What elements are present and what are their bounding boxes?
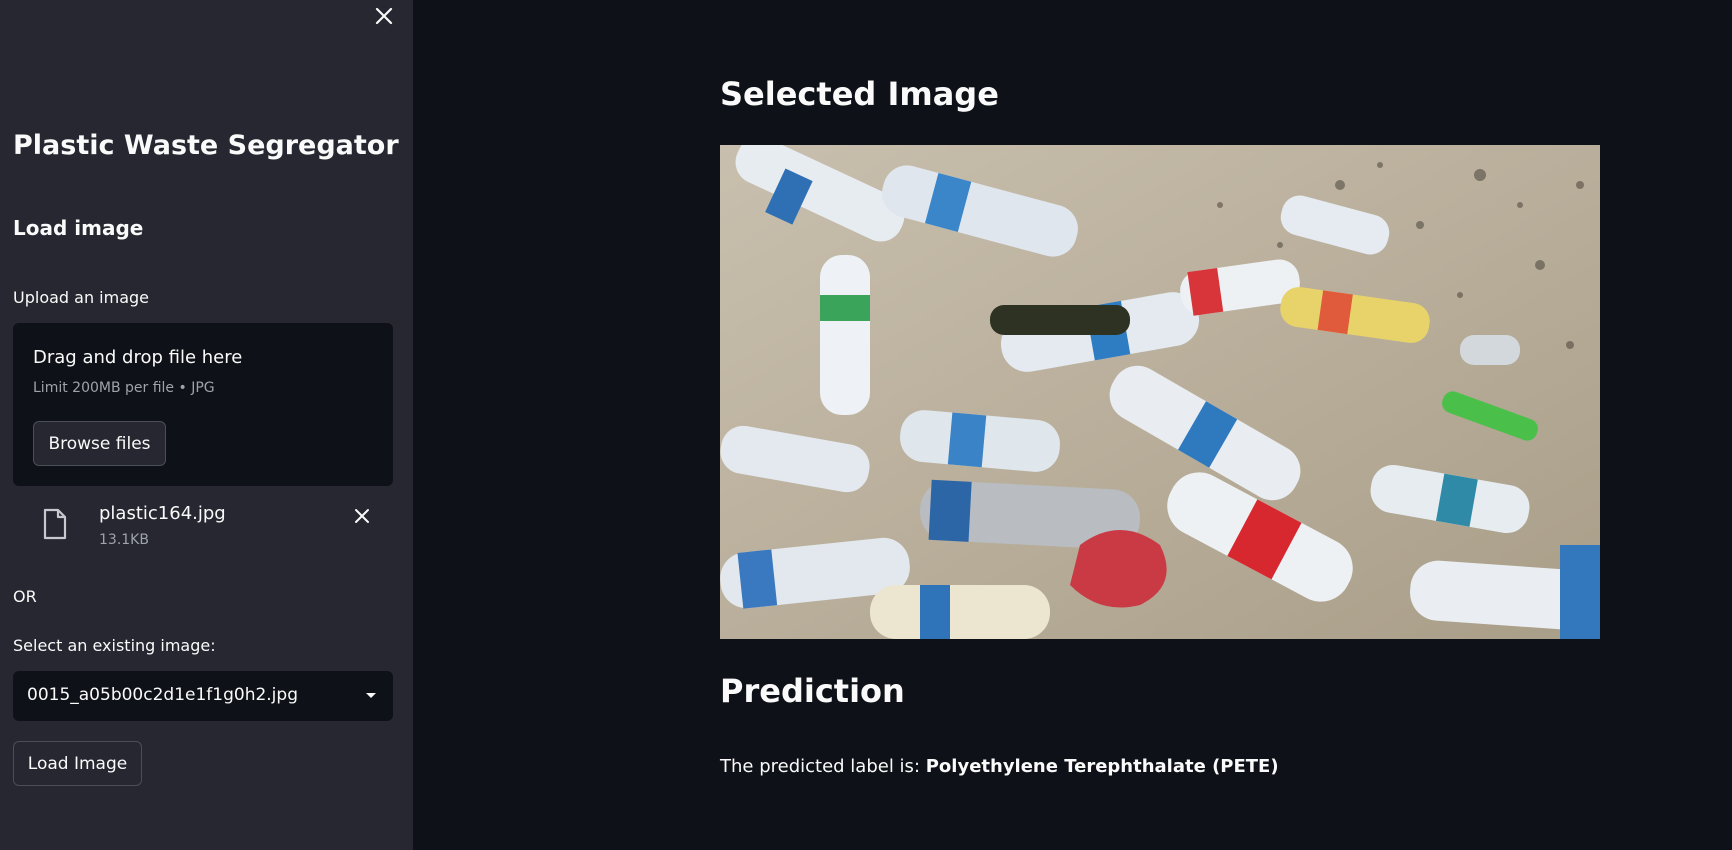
remove-file-button[interactable] <box>349 503 375 529</box>
select-value: 0015_a05b00c2d1e1f1g0h2.jpg <box>27 685 298 705</box>
uploaded-file-size: 13.1KB <box>99 532 149 548</box>
uploaded-file-row: plastic164.jpg 13.1KB <box>13 500 393 556</box>
existing-image-select[interactable]: 0015_a05b00c2d1e1f1g0h2.jpg <box>13 671 393 721</box>
section-heading: Load image <box>13 216 144 240</box>
browse-files-button[interactable]: Browse files <box>33 421 166 466</box>
select-label: Select an existing image: <box>13 636 216 655</box>
uploaded-file-name: plastic164.jpg <box>99 503 226 524</box>
app-title: Plastic Waste Segregator <box>13 130 399 161</box>
prediction-result: The predicted label is: Polyethylene Ter… <box>720 756 1279 777</box>
file-dropzone[interactable]: Drag and drop file here Limit 200MB per … <box>13 323 393 486</box>
dropzone-title: Drag and drop file here <box>33 347 243 368</box>
file-icon <box>43 508 67 540</box>
sidebar: Plastic Waste Segregator Load image Uplo… <box>0 0 413 850</box>
selected-image <box>720 145 1600 639</box>
prediction-prefix: The predicted label is: <box>720 756 926 777</box>
close-icon <box>355 509 369 523</box>
prediction-heading: Prediction <box>720 672 905 710</box>
selected-image-heading: Selected Image <box>720 75 999 113</box>
dropzone-limit: Limit 200MB per file • JPG <box>33 380 215 396</box>
plastic-bottles-photo <box>720 145 1600 639</box>
chevron-down-icon <box>366 693 376 698</box>
close-icon <box>375 7 393 25</box>
upload-label: Upload an image <box>13 288 150 307</box>
close-sidebar-button[interactable] <box>370 2 398 30</box>
prediction-label: Polyethylene Terephthalate (PETE) <box>925 756 1279 777</box>
load-image-button[interactable]: Load Image <box>13 741 142 786</box>
or-text: OR <box>13 587 37 606</box>
